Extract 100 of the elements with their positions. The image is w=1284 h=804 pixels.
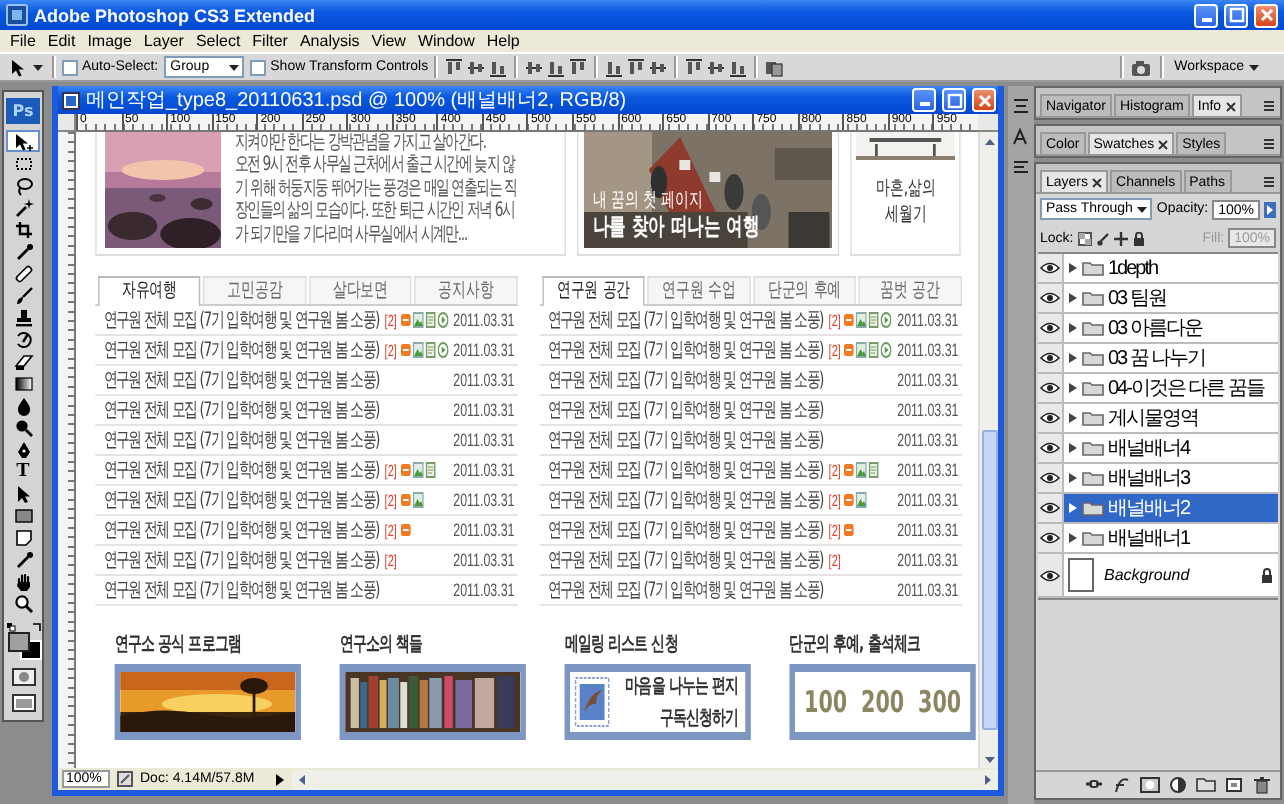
align-icon[interactable] <box>488 57 509 77</box>
expand-arrow-icon[interactable] <box>1068 412 1078 424</box>
lock-icon[interactable] <box>1131 231 1146 245</box>
post-title-link[interactable]: 연구원 전체 모집 (7기 입학여행 및 연구원 봄 소풍) <box>103 486 380 514</box>
eye-icon[interactable] <box>1040 502 1060 514</box>
tool-button[interactable] <box>6 130 40 152</box>
tool-button[interactable]: T <box>6 460 40 482</box>
down-arrow-icon[interactable] <box>981 752 997 768</box>
color-swatches-icon[interactable] <box>7 632 41 660</box>
slider-arrow-icon[interactable] <box>1264 201 1276 217</box>
scrollbar-thumb[interactable] <box>981 430 997 730</box>
align-icon[interactable] <box>568 57 589 77</box>
camera-icon[interactable] <box>1130 57 1155 77</box>
tab[interactable]: 자유여행 <box>98 276 201 306</box>
post-row[interactable]: 연구원 전체 모집 (7기 입학여행 및 연구원 봄 소풍) [2] 2011.03.31 <box>95 486 518 516</box>
close-icon[interactable] <box>1092 177 1103 187</box>
align-icon[interactable] <box>546 57 567 77</box>
scrollbar[interactable] <box>292 769 998 789</box>
eye-icon[interactable] <box>1040 322 1060 334</box>
align-icon[interactable] <box>524 57 545 77</box>
tab[interactable]: 고민공감 <box>203 276 307 304</box>
post-row[interactable]: 연구원 전체 모집 (7기 입학여행 및 연구원 봄 소풍) 2011.03.31 <box>539 576 962 606</box>
post-title-link[interactable]: 연구원 전체 모집 (7기 입학여행 및 연구원 봄 소풍) <box>547 546 824 574</box>
post-title-link[interactable]: 연구원 전체 모집 (7기 입학여행 및 연구원 봄 소풍) <box>103 546 380 574</box>
right-arrow-icon[interactable] <box>980 771 996 787</box>
close-icon[interactable] <box>1158 139 1169 149</box>
quick-mask-icon[interactable] <box>11 668 35 686</box>
menu-item[interactable]: Layer <box>137 30 190 52</box>
close-icon[interactable] <box>1225 101 1236 111</box>
post-row[interactable]: 연구원 전체 모집 (7기 입학여행 및 연구원 봄 소풍) [2] 2011.03.31 <box>539 306 962 336</box>
layer-row[interactable]: 배널배너2 <box>1038 494 1278 524</box>
menu-item[interactable]: Edit <box>41 30 82 52</box>
align-icon[interactable] <box>466 57 487 77</box>
post-title-link[interactable]: 연구원 전체 모집 (7기 입학여행 및 연구원 봄 소풍) <box>103 516 380 544</box>
align-icon[interactable] <box>706 57 727 77</box>
align-icon[interactable] <box>604 57 625 77</box>
post-title-link[interactable]: 연구원 전체 모집 (7기 입학여행 및 연구원 봄 소풍) <box>547 456 824 484</box>
post-row[interactable]: 연구원 전체 모집 (7기 입학여행 및 연구원 봄 소풍) 2011.03.31 <box>539 366 962 396</box>
tab[interactable]: 연구원 수업 <box>647 276 751 304</box>
left-arrow-icon[interactable] <box>294 771 310 787</box>
layer-row[interactable]: 1depth <box>1038 254 1278 284</box>
menu-item[interactable]: Image <box>81 30 138 52</box>
post-title-link[interactable]: 연구원 전체 모집 (7기 입학여행 및 연구원 봄 소풍) <box>103 366 380 394</box>
effects-icon[interactable] <box>1112 776 1132 794</box>
align-icon[interactable] <box>684 57 705 77</box>
menu-item[interactable]: File <box>4 30 42 52</box>
tab[interactable]: 꿈벗 공간 <box>858 276 962 304</box>
menu-item[interactable]: Help <box>480 30 526 52</box>
mask-icon[interactable] <box>1140 776 1160 794</box>
panel-menu-icon[interactable] <box>1262 136 1276 150</box>
triangle-icon[interactable] <box>274 771 286 787</box>
layer-row[interactable]: 03 팀원 <box>1038 284 1278 314</box>
panel-menu-icon[interactable] <box>1262 174 1276 188</box>
align-icon[interactable] <box>626 57 647 77</box>
layer-row[interactable]: 배널배너4 <box>1038 434 1278 464</box>
post-row[interactable]: 연구원 전체 모집 (7기 입학여행 및 연구원 봄 소풍) [2] 2011.03.31 <box>95 336 518 366</box>
post-title-link[interactable]: 연구원 전체 모집 (7기 입학여행 및 연구원 봄 소풍) <box>547 486 824 514</box>
post-row[interactable]: 연구원 전체 모집 (7기 입학여행 및 연구원 봄 소풍) 2011.03.31 <box>95 366 518 396</box>
layer-row[interactable]: 03 아름다운 <box>1038 314 1278 344</box>
brush-icon[interactable] <box>1095 231 1110 245</box>
post-row[interactable]: 연구원 전체 모집 (7기 입학여행 및 연구원 봄 소풍) [2] 2011.03.31 <box>539 516 962 546</box>
promo-card[interactable]: 100 200 300 <box>789 664 976 740</box>
panel-icon[interactable] <box>1012 98 1030 116</box>
expand-arrow-icon[interactable] <box>1068 292 1078 304</box>
post-row[interactable]: 연구원 전체 모집 (7기 입학여행 및 연구원 봄 소풍) [2] 2011.03.31 <box>95 546 518 576</box>
layer-row[interactable]: 03 꿈 나누기 <box>1038 344 1278 374</box>
default-colors-icon[interactable] <box>5 622 15 632</box>
eye-icon[interactable] <box>1040 262 1060 274</box>
eye-icon[interactable] <box>1040 412 1060 424</box>
expand-arrow-icon[interactable] <box>1068 442 1078 454</box>
eye-icon[interactable] <box>1040 569 1060 581</box>
paragraph-icon[interactable] <box>1012 158 1030 176</box>
checkerboard-icon[interactable] <box>1077 231 1092 245</box>
eye-icon[interactable] <box>1040 292 1060 304</box>
eye-icon[interactable] <box>1040 382 1060 394</box>
move-icon[interactable] <box>1113 231 1128 245</box>
page-icon[interactable] <box>116 770 134 788</box>
post-row[interactable]: 연구원 전체 모집 (7기 입학여행 및 연구원 봄 소풍) [2] 2011.03.31 <box>539 336 962 366</box>
tab[interactable]: 살다보면 <box>309 276 412 304</box>
expand-arrow-icon[interactable] <box>1068 502 1078 514</box>
layer-row[interactable]: 게시물영역 <box>1038 404 1278 434</box>
up-arrow-icon[interactable] <box>981 134 997 150</box>
post-title-link[interactable]: 연구원 전체 모집 (7기 입학여행 및 연구원 봄 소풍) <box>547 336 824 364</box>
tool-preset-button[interactable] <box>8 55 46 79</box>
minimize-button[interactable] <box>1194 3 1218 27</box>
menu-item[interactable]: View <box>365 30 412 52</box>
expand-arrow-icon[interactable] <box>1068 322 1078 334</box>
expand-arrow-icon[interactable] <box>1068 352 1078 364</box>
post-title-link[interactable]: 연구원 전체 모집 (7기 입학여행 및 연구원 봄 소풍) <box>547 366 824 394</box>
post-row[interactable]: 연구원 전체 모집 (7기 입학여행 및 연구원 봄 소풍) 2011.03.31 <box>95 426 518 456</box>
post-row[interactable]: 연구원 전체 모집 (7기 입학여행 및 연구원 봄 소풍) 2011.03.31 <box>95 576 518 606</box>
menu-item[interactable]: Filter <box>246 30 294 52</box>
folder-icon[interactable] <box>1196 776 1216 794</box>
trash-icon[interactable] <box>1252 776 1272 794</box>
post-row[interactable]: 연구원 전체 모집 (7기 입학여행 및 연구원 봄 소풍) [2] 2011.03.31 <box>95 516 518 546</box>
expand-arrow-icon[interactable] <box>1068 262 1078 274</box>
scrollbar[interactable] <box>978 132 998 768</box>
expand-arrow-icon[interactable] <box>1068 472 1078 484</box>
expand-arrow-icon[interactable] <box>1068 382 1078 394</box>
layer-row[interactable]: 배널배너1 <box>1038 524 1278 554</box>
